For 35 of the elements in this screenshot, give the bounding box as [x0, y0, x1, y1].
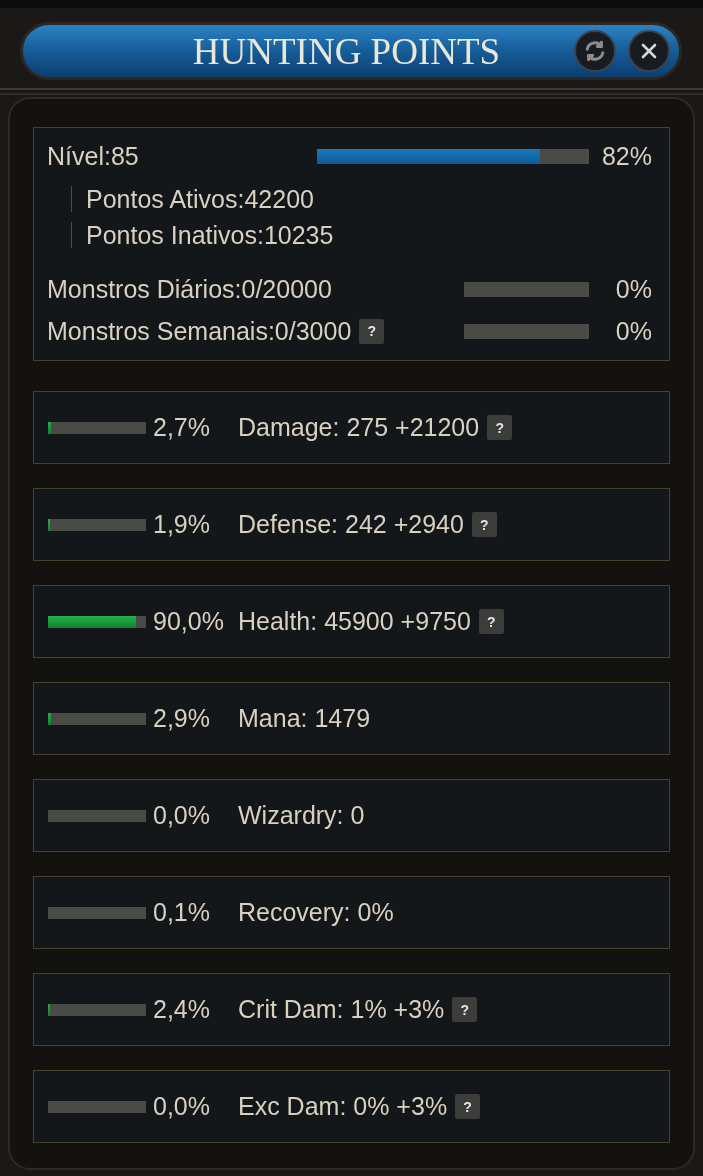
stat-label: Exc Dam: 0% +3%: [238, 1094, 448, 1119]
close-button[interactable]: [628, 30, 670, 72]
help-button[interactable]: ?: [471, 512, 497, 537]
refresh-icon: [584, 40, 606, 62]
stat-percent: 2,9%: [153, 706, 211, 731]
stat-percent: 2,4%: [153, 997, 211, 1022]
points-text: Pontos Inativos:10235: [86, 222, 334, 248]
help-button[interactable]: ?: [455, 1094, 481, 1119]
monsters-label: Monstros Diários:0/20000: [47, 276, 332, 302]
help-button[interactable]: ?: [452, 997, 478, 1022]
close-icon: [641, 43, 657, 59]
stat-percent: 1,9%: [153, 512, 211, 537]
stat-label: Mana: 1479: [238, 706, 371, 731]
monsters-percent: 0%: [614, 318, 652, 344]
stat-percent: 0,0%: [153, 1094, 211, 1119]
stat-percent: 0,0%: [153, 803, 211, 828]
help-button[interactable]: ?: [487, 415, 513, 440]
stat-label: Damage: 275 +21200: [238, 415, 480, 440]
stat-label: Recovery: 0%: [238, 900, 394, 925]
stat-label: Crit Dam: 1% +3%: [238, 997, 445, 1022]
points-text: Pontos Ativos:42200: [86, 186, 314, 212]
level-label: Nível:85: [47, 143, 140, 169]
stat-percent: 2,7%: [153, 415, 211, 440]
stat-percent: 90,0%: [153, 609, 225, 634]
stat-percent: 0,1%: [153, 900, 211, 925]
help-button[interactable]: ?: [478, 609, 504, 634]
level-percent: 82%: [600, 143, 652, 169]
stat-label: Wizardry: 0: [238, 803, 365, 828]
window-title: HUNTING POINTS: [192, 32, 501, 70]
monsters-label: Monstros Semanais:0/3000: [47, 318, 352, 344]
stat-label: Health: 45900 +9750: [238, 609, 471, 634]
help-button[interactable]: ?: [359, 318, 385, 344]
refresh-button[interactable]: [574, 30, 616, 72]
stat-label: Defense: 242 +2940: [238, 512, 464, 537]
monsters-percent: 0%: [614, 276, 652, 302]
